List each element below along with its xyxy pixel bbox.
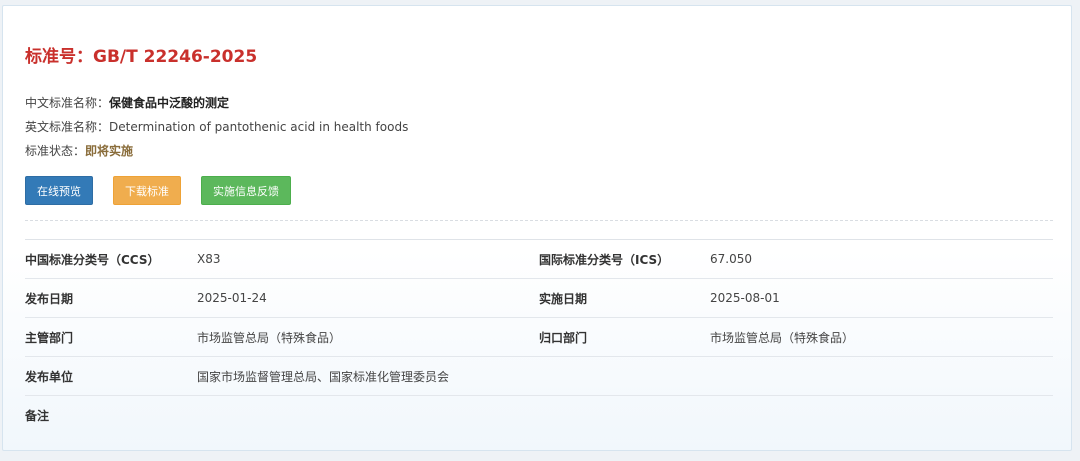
ccs-label: 中国标准分类号（CCS） <box>25 252 160 267</box>
publisher-label: 发布单位 <box>25 369 74 384</box>
status-label: 标准状态： <box>25 144 86 158</box>
remark-label: 备注 <box>25 408 50 423</box>
en-name-label: 英文标准名称： <box>25 120 110 134</box>
cn-name-line: 中文标准名称：保健食品中泛酸的测定 <box>25 94 229 111</box>
page-title: 标准号：GB/T 22246-2025 <box>25 47 258 67</box>
table-row: 发布单位 国家市场监督管理总局、国家标准化管理委员会 <box>25 357 1053 396</box>
publish-date-value: 2025-01-24 <box>197 291 267 305</box>
dept-label: 主管部门 <box>25 330 74 345</box>
download-standard-button[interactable]: 下载标准 <box>113 176 181 205</box>
table-row: 发布日期 2025-01-24 实施日期 2025-08-01 <box>25 279 1053 318</box>
table-row: 主管部门 市场监管总局（特殊食品） 归口部门 市场监管总局（特殊食品） <box>25 318 1053 357</box>
ics-label: 国际标准分类号（ICS） <box>539 252 670 267</box>
en-name-value: Determination of pantothenic acid in hea… <box>109 120 409 134</box>
standard-detail-panel: 标准号：GB/T 22246-2025 中文标准名称：保健食品中泛酸的测定 英文… <box>2 5 1072 451</box>
cn-name-value: 保健食品中泛酸的测定 <box>109 96 230 110</box>
dept-value: 市场监管总局（特殊食品） <box>197 330 342 345</box>
table-row: 备注 <box>25 396 1053 434</box>
ccs-value: X83 <box>197 252 221 266</box>
cn-name-label: 中文标准名称： <box>25 96 110 110</box>
centralized-dept-value: 市场监管总局（特殊食品） <box>710 330 855 345</box>
publish-date-label: 发布日期 <box>25 291 74 306</box>
details-table: 中国标准分类号（CCS） X83 国际标准分类号（ICS） 67.050 发布日… <box>25 239 1053 434</box>
implementation-feedback-button[interactable]: 实施信息反馈 <box>201 176 291 205</box>
online-preview-button[interactable]: 在线预览 <box>25 176 93 205</box>
ics-value: 67.050 <box>710 252 752 266</box>
publisher-value: 国家市场监督管理总局、国家标准化管理委员会 <box>197 369 450 384</box>
table-row: 中国标准分类号（CCS） X83 国际标准分类号（ICS） 67.050 <box>25 240 1053 279</box>
status-line: 标准状态：即将实施 <box>25 142 133 159</box>
implement-date-value: 2025-08-01 <box>710 291 780 305</box>
en-name-line: 英文标准名称：Determination of pantothenic acid… <box>25 118 408 135</box>
implement-date-label: 实施日期 <box>539 291 588 306</box>
dashed-divider <box>25 220 1053 221</box>
centralized-dept-label: 归口部门 <box>539 330 588 345</box>
status-value: 即将实施 <box>85 144 134 158</box>
